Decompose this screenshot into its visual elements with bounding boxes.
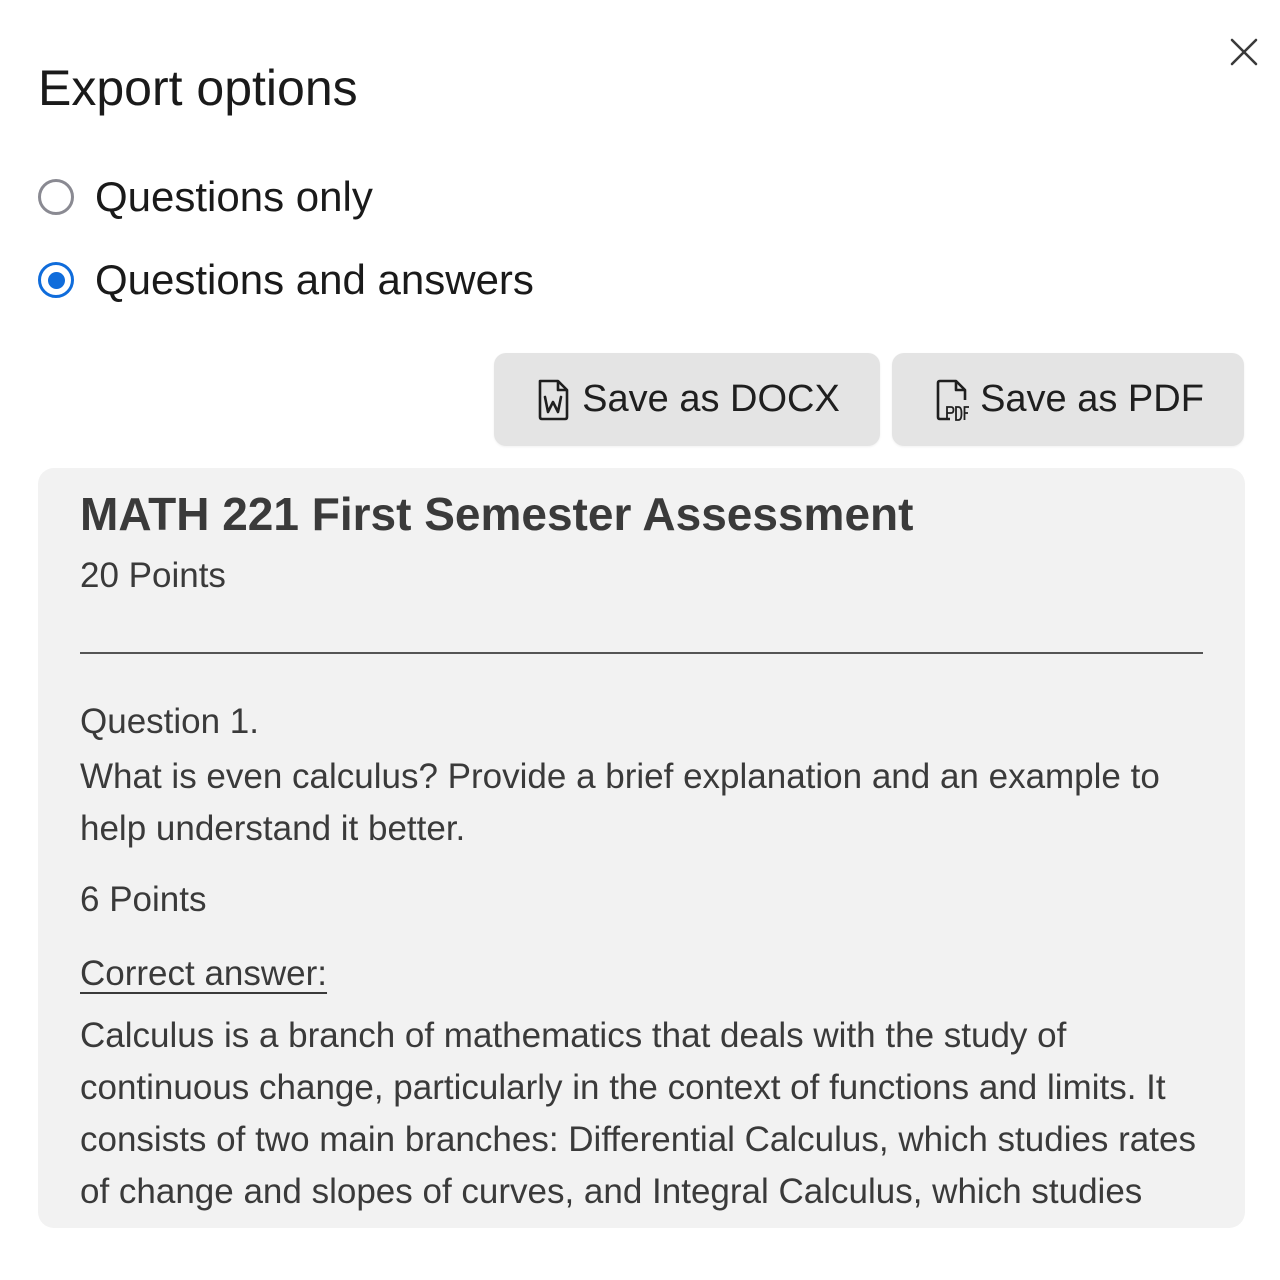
radio-questions-only[interactable]: Questions only [38, 175, 373, 219]
close-icon [1230, 38, 1258, 66]
pdf-file-icon [936, 379, 970, 421]
export-preview[interactable]: MATH 221 First Semester Assessment 20 Po… [38, 468, 1245, 1228]
save-as-pdf-button[interactable]: Save as PDF [892, 353, 1244, 446]
question-heading: Question 1. [80, 702, 259, 741]
correct-answer-label: Correct answer: [80, 954, 328, 993]
save-as-docx-button[interactable]: Save as DOCX [494, 353, 880, 446]
question-text: What is even calculus? Provide a brief e… [80, 757, 1160, 848]
radio-questions-and-answers[interactable]: Questions and answers [38, 258, 534, 302]
radio-label-questions-and-answers: Questions and answers [95, 256, 534, 303]
radio-button-unchecked[interactable] [38, 179, 74, 215]
assessment-total-points: 20 Points [80, 556, 226, 595]
correct-answer-text: Calculus is a branch of mathematics that… [80, 1016, 1196, 1228]
radio-label-questions-only: Questions only [95, 173, 373, 220]
close-button[interactable] [1224, 32, 1264, 72]
save-as-docx-label: Save as DOCX [582, 378, 840, 420]
dialog-title: Export options [38, 60, 358, 116]
question-points: 6 Points [80, 880, 207, 919]
radio-selected-dot [47, 271, 65, 289]
radio-button-checked[interactable] [38, 262, 74, 298]
word-file-icon [538, 379, 569, 420]
divider [80, 652, 1203, 654]
save-as-pdf-label: Save as PDF [980, 378, 1204, 420]
assessment-title: MATH 221 First Semester Assessment [80, 488, 914, 540]
